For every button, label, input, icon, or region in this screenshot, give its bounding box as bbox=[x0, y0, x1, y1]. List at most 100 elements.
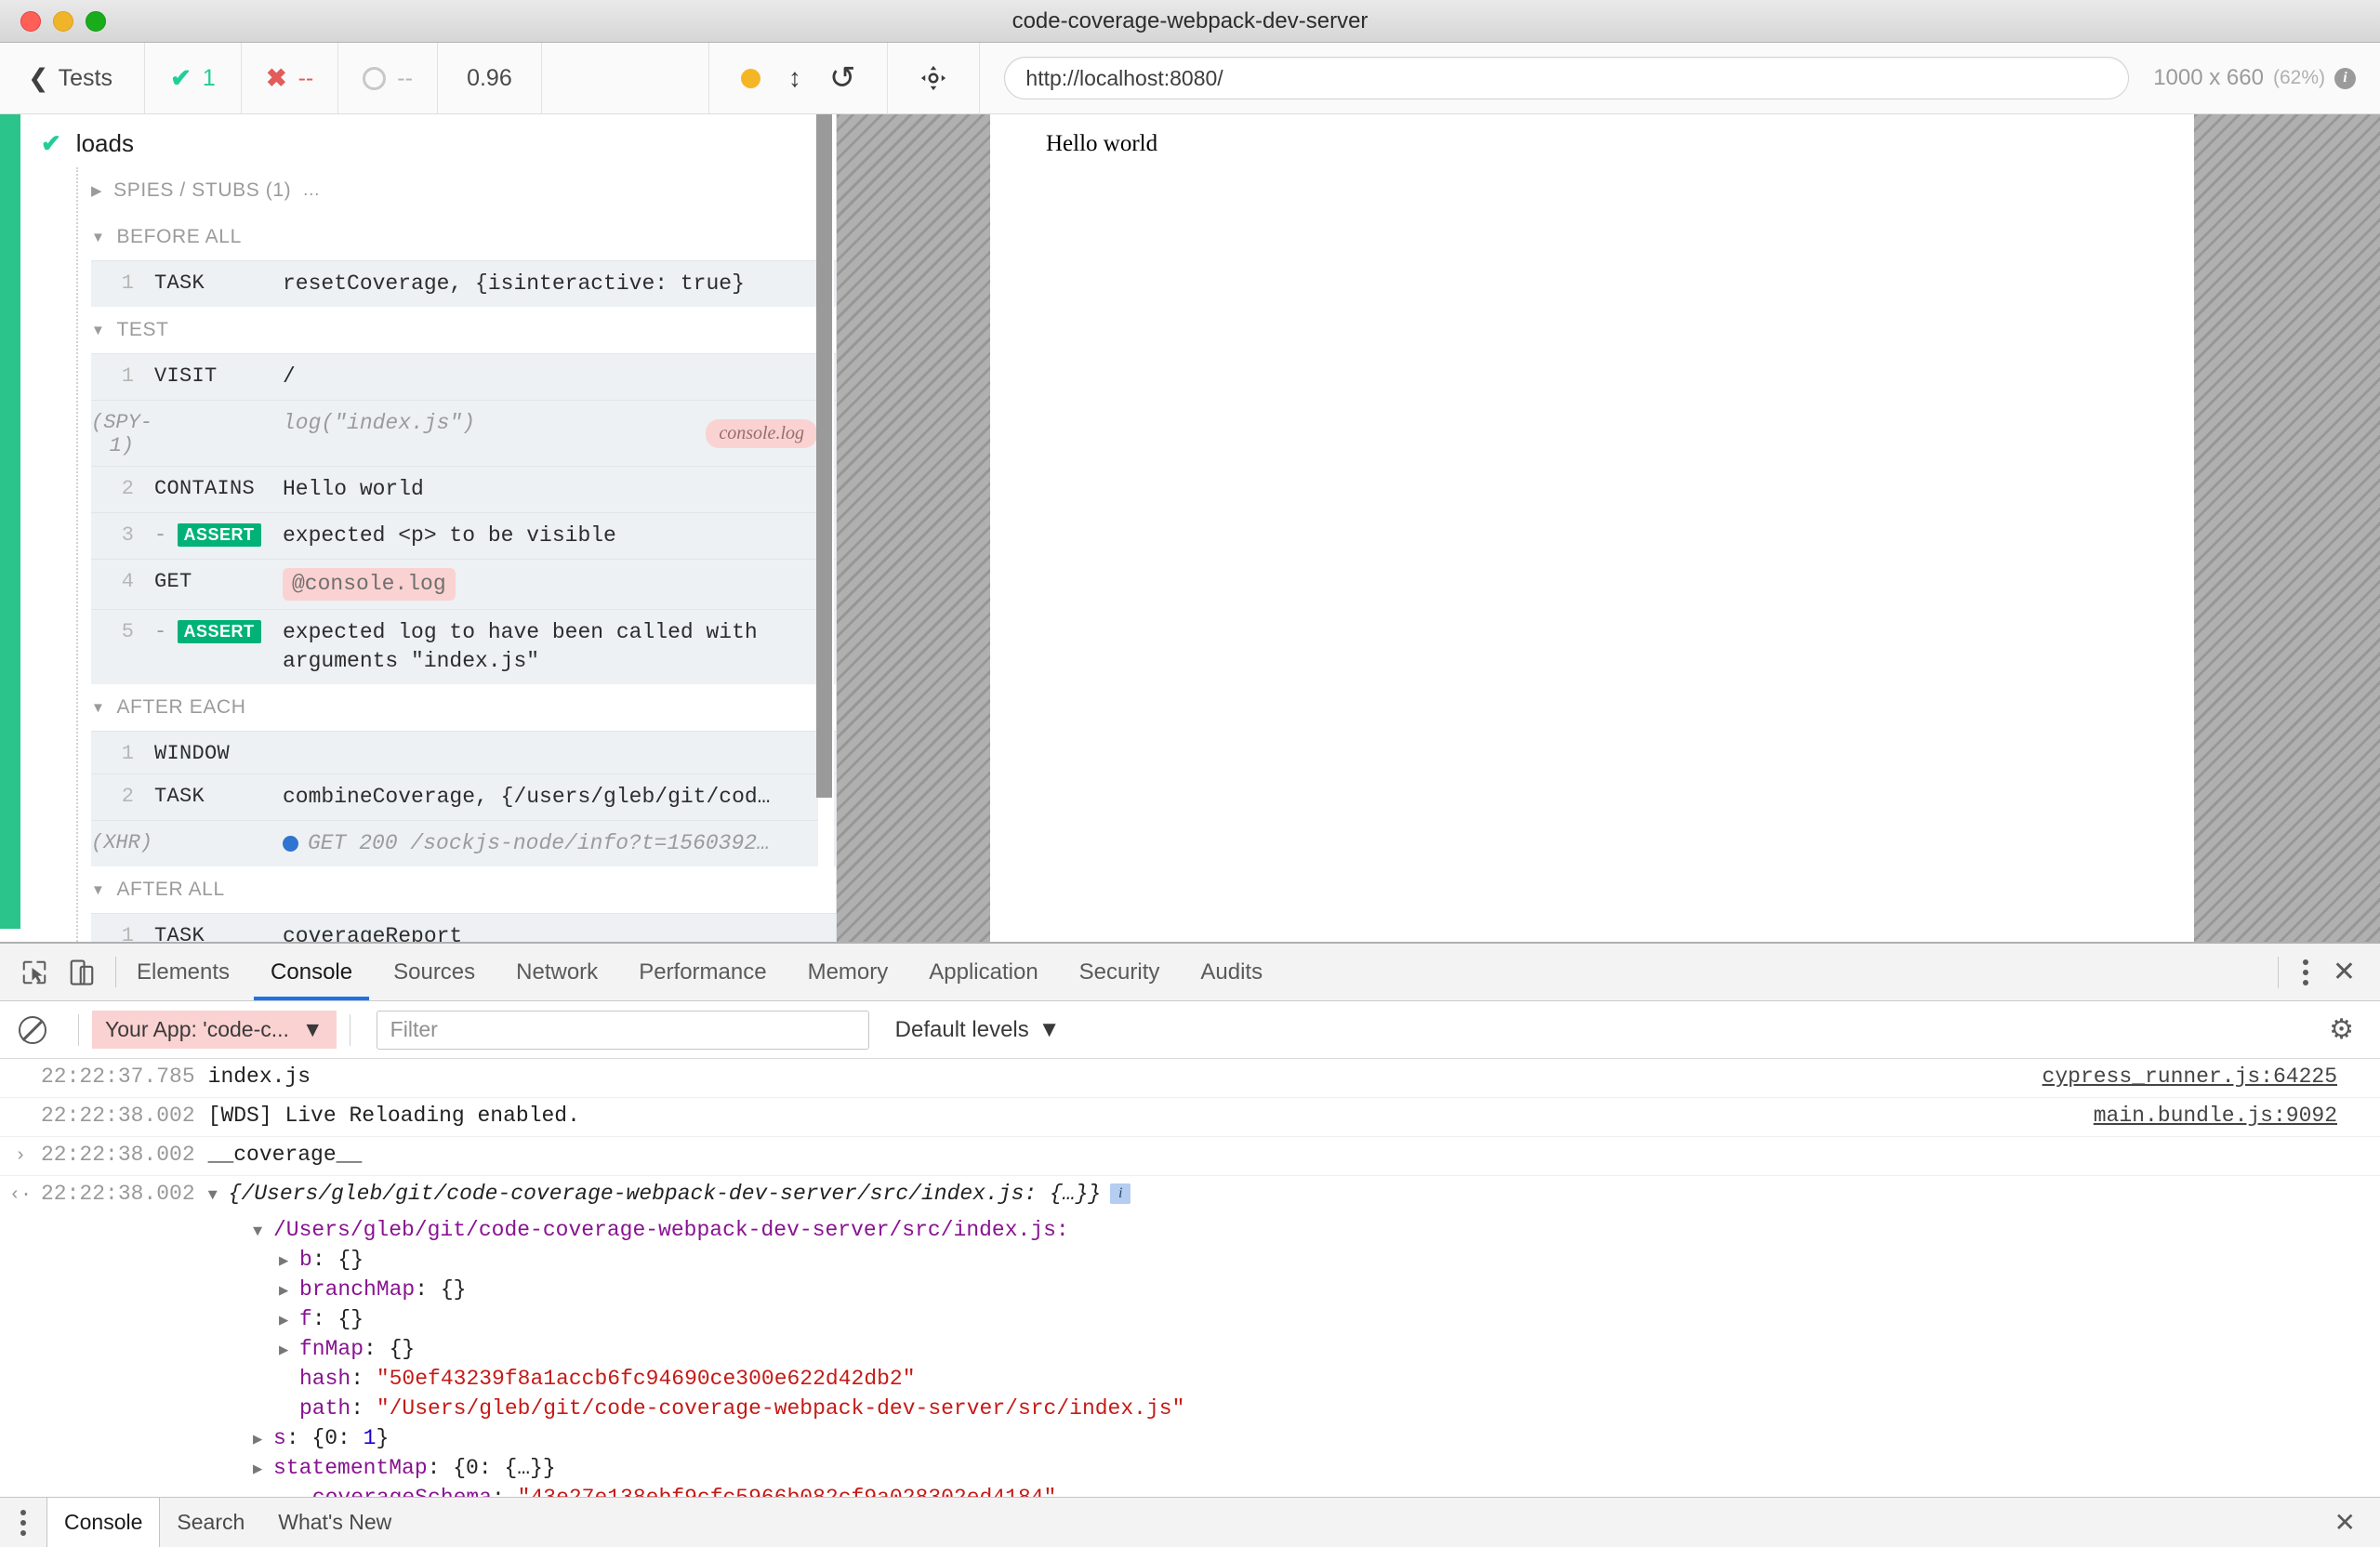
log-source-link[interactable]: main.bundle.js:9092 bbox=[2094, 1104, 2380, 1128]
url-input[interactable]: http://localhost:8080/ bbox=[1004, 57, 2130, 99]
info-icon[interactable]: i bbox=[2334, 67, 2356, 89]
command-number: 3 bbox=[121, 523, 134, 548]
hook-menu-icon[interactable]: … bbox=[302, 180, 322, 201]
hook-before-all[interactable]: ▼ BEFORE ALL bbox=[78, 214, 836, 260]
tab-audits[interactable]: Audits bbox=[1180, 944, 1283, 1000]
console-log-row[interactable]: ‹· 22:22:38.002 ▼ {/Users/gleb/git/code-c… bbox=[0, 1176, 2380, 1215]
tab-elements[interactable]: Elements bbox=[116, 944, 250, 1000]
tab-security[interactable]: Security bbox=[1059, 944, 1181, 1000]
reporter-scrollbar[interactable] bbox=[816, 114, 834, 901]
tree-prop-row[interactable]: ▶ s: {0: 1} bbox=[253, 1423, 2380, 1453]
command-message: resetCoverage, {isinteractive: true} bbox=[283, 271, 745, 296]
tab-console[interactable]: Console bbox=[250, 944, 373, 1000]
console-levels-select[interactable]: Default levels ▼ bbox=[895, 1017, 1061, 1043]
header-spacer bbox=[542, 43, 709, 113]
tree-prop-row[interactable]: ▶ b: {} bbox=[253, 1245, 2380, 1275]
kebab-menu-icon[interactable] bbox=[0, 1498, 46, 1547]
tab-network[interactable]: Network bbox=[496, 944, 618, 1000]
pending-stat[interactable]: -- bbox=[338, 43, 438, 113]
kebab-menu-icon[interactable] bbox=[2302, 959, 2308, 985]
command-number: 1 bbox=[121, 271, 134, 295]
tree-prop-row[interactable]: ▶path: "/Users/gleb/git/code-coverage-we… bbox=[253, 1394, 2380, 1423]
close-icon[interactable]: ✕ bbox=[2310, 1498, 2380, 1547]
tab-application[interactable]: Application bbox=[908, 944, 1058, 1000]
tree-prop-value-number: 1 bbox=[363, 1426, 377, 1450]
command-row[interactable]: 1 WINDOW bbox=[91, 731, 836, 774]
log-timestamp: 22:22:37.785 bbox=[41, 1064, 195, 1089]
tree-prop-row[interactable]: ▶ fnMap: {} bbox=[253, 1334, 2380, 1364]
clear-console-icon[interactable] bbox=[19, 1015, 46, 1044]
chevron-right-icon[interactable]: ▶ bbox=[253, 1460, 273, 1479]
device-toolbar-icon[interactable] bbox=[69, 959, 95, 986]
tree-prop-row[interactable]: ▶ statementMap: {0: {…}} bbox=[253, 1453, 2380, 1483]
command-row[interactable]: 3 - ASSERT expected <p> to be visible bbox=[91, 512, 836, 560]
test-commands: 1 VISIT / (SPY-1) log("index.js") consol… bbox=[91, 353, 836, 685]
tree-root-row[interactable]: ▼/Users/gleb/git/code-coverage-webpack-d… bbox=[253, 1215, 2380, 1245]
log-expand-arrow bbox=[0, 1064, 41, 1067]
console-context-select[interactable]: Your App: 'code-c... ▼ bbox=[92, 1011, 337, 1049]
hook-after-each[interactable]: ▼ AFTER EACH bbox=[78, 684, 836, 731]
log-expand-arrow[interactable]: › bbox=[0, 1143, 41, 1167]
tree-prop-row[interactable]: ▶ f: {} bbox=[253, 1304, 2380, 1334]
command-number: (SPY-1) bbox=[91, 411, 153, 458]
tree-prop-row[interactable]: ▶hash: "50ef43239f8a1accb6fc94690ce300e6… bbox=[253, 1364, 2380, 1394]
devtools-drawer: Console Search What's New ✕ bbox=[0, 1497, 2380, 1547]
chevron-right-icon[interactable]: ▶ bbox=[279, 1281, 299, 1301]
info-icon[interactable]: i bbox=[1110, 1183, 1131, 1204]
tree-prop-row[interactable]: ▶_coverageSchema: "43e27e138ebf9cfc5966b… bbox=[253, 1483, 2380, 1497]
passed-stat[interactable]: ✔ 1 bbox=[145, 43, 242, 113]
command-row[interactable]: 2 TASK combineCoverage, {/users/gleb/git… bbox=[91, 774, 836, 821]
console-log-row[interactable]: › 22:22:38.002 __coverage__ bbox=[0, 1137, 2380, 1176]
command-row[interactable]: 1 VISIT / bbox=[91, 353, 836, 401]
chevron-down-icon[interactable]: ▼ bbox=[208, 1187, 229, 1205]
tab-performance[interactable]: Performance bbox=[618, 944, 787, 1000]
drawer-tab-console[interactable]: Console bbox=[46, 1498, 161, 1547]
console-log-row[interactable]: 22:22:38.002 [WDS] Live Reloading enable… bbox=[0, 1098, 2380, 1137]
reload-icon[interactable]: ↻ bbox=[829, 60, 856, 96]
hook-spies-stubs[interactable]: ▶ SPIES / STUBS (1) … bbox=[78, 167, 836, 214]
chevron-right-icon[interactable]: ▶ bbox=[253, 1430, 273, 1449]
devtools-tool-icons bbox=[0, 944, 115, 1000]
command-row[interactable]: 1 TASK resetCoverage, {isinteractive: tr… bbox=[91, 260, 836, 308]
inspect-element-icon[interactable] bbox=[20, 959, 48, 986]
close-icon[interactable]: ✕ bbox=[2333, 958, 2356, 986]
log-timestamp: 22:22:38.002 bbox=[41, 1182, 195, 1206]
log-source-link[interactable]: cypress_runner.js:64225 bbox=[2043, 1064, 2380, 1089]
selector-playground-button[interactable] bbox=[888, 43, 981, 113]
command-row[interactable]: (SPY-1) log("index.js") console.log bbox=[91, 400, 836, 467]
hook-test[interactable]: ▼ TEST bbox=[78, 307, 836, 353]
command-row[interactable]: 1 TASK coverageReport bbox=[91, 913, 836, 942]
chevron-right-icon[interactable]: ▶ bbox=[279, 1251, 299, 1271]
console-filter-input[interactable]: Filter bbox=[376, 1010, 869, 1050]
hook-after-all[interactable]: ▼ AFTER ALL bbox=[78, 866, 836, 913]
reporter-scrollbar-thumb[interactable] bbox=[816, 114, 832, 798]
tab-memory[interactable]: Memory bbox=[787, 944, 909, 1000]
test-title-row[interactable]: ✔ loads bbox=[20, 114, 836, 167]
command-row[interactable]: 2 CONTAINS Hello world bbox=[91, 466, 836, 513]
tree-colon: : bbox=[415, 1277, 441, 1302]
drawer-tab-search[interactable]: Search bbox=[160, 1498, 261, 1547]
command-row[interactable]: 5 - ASSERT expected log to have been cal… bbox=[91, 609, 836, 685]
command-row[interactable]: (XHR) GET 200 /sockjs-node/info?t=156039… bbox=[91, 820, 836, 867]
app-iframe[interactable]: Hello world bbox=[1035, 114, 2149, 942]
pending-count: -- bbox=[397, 64, 413, 91]
chevron-right-icon[interactable]: ▶ bbox=[279, 1341, 299, 1360]
drawer-tab-whats-new[interactable]: What's New bbox=[261, 1498, 408, 1547]
tree-prop-row[interactable]: ▶ branchMap: {} bbox=[253, 1275, 2380, 1304]
gear-icon[interactable]: ⚙ bbox=[2329, 1013, 2354, 1046]
chevron-down-icon: ▼ bbox=[91, 322, 106, 338]
failed-stat[interactable]: ✖ -- bbox=[242, 43, 339, 113]
tab-sources[interactable]: Sources bbox=[373, 944, 496, 1000]
tree-prop-value: "/Users/gleb/git/code-coverage-webpack-d… bbox=[376, 1396, 1185, 1421]
hook-label-text: AFTER ALL bbox=[116, 879, 225, 901]
chevron-right-icon[interactable]: ▶ bbox=[279, 1311, 299, 1330]
up-down-arrow-icon[interactable]: ↕ bbox=[788, 65, 801, 91]
chevron-down-icon[interactable]: ▼ bbox=[253, 1223, 273, 1241]
chevron-left-icon: ❮ bbox=[28, 63, 49, 92]
spy-alias-pill: console.log bbox=[706, 418, 817, 448]
object-preview: {/Users/gleb/git/code-coverage-webpack-d… bbox=[228, 1182, 1102, 1206]
console-log-row[interactable]: 22:22:37.785 index.js cypress_runner.js:… bbox=[0, 1059, 2380, 1098]
command-row[interactable]: 4 GET @console.log bbox=[91, 559, 836, 610]
orange-dot-icon[interactable] bbox=[740, 68, 760, 88]
back-to-tests-button[interactable]: ❮ Tests bbox=[0, 43, 145, 113]
